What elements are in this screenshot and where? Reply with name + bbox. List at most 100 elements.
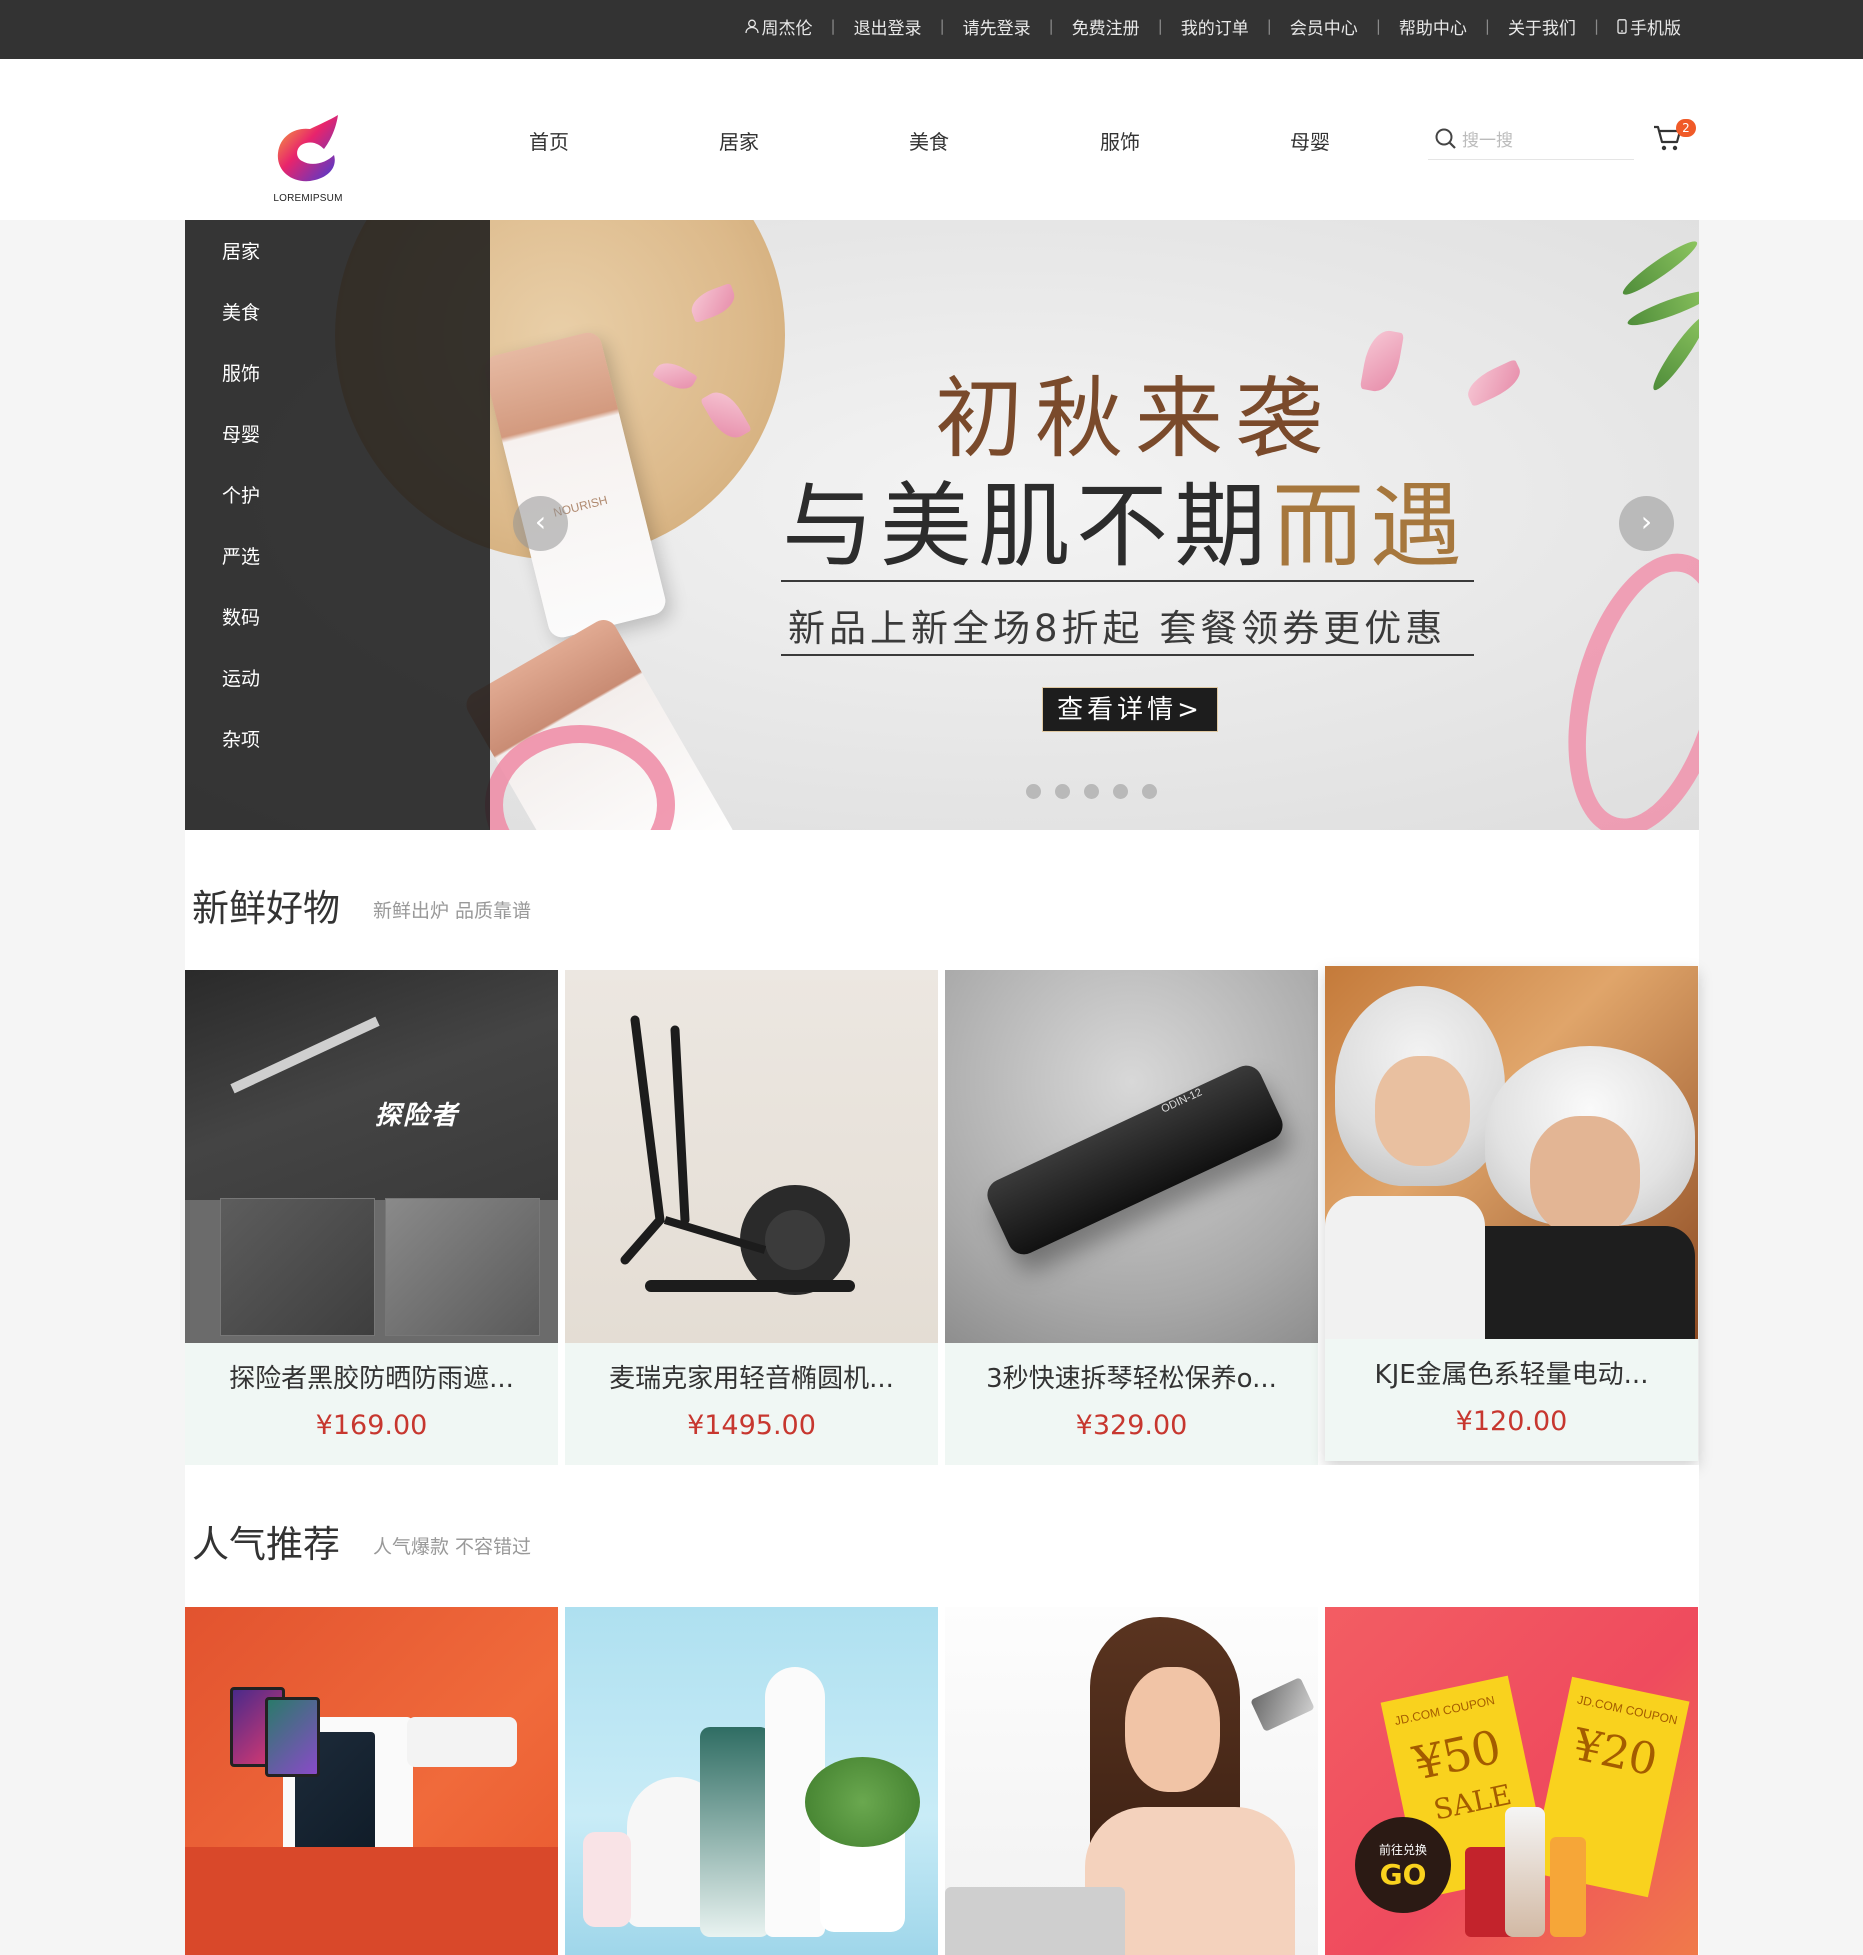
- plant: [805, 1757, 920, 1847]
- logo-text: LOREMIPSUM: [273, 193, 343, 204]
- person-1-face: [1375, 1056, 1470, 1166]
- separator: |: [1593, 17, 1599, 35]
- help-center-link[interactable]: 帮助中心: [1399, 14, 1467, 39]
- user-link[interactable]: 周杰伦: [744, 14, 813, 39]
- go-badge-label: 前往兑换: [1378, 1843, 1427, 1857]
- fresh-section-title: 新鲜好物: [192, 887, 340, 930]
- category-item[interactable]: 母婴: [222, 420, 260, 447]
- product-price: ¥329.00: [1075, 1410, 1188, 1441]
- separator: |: [1375, 17, 1381, 35]
- leaf: [1618, 235, 1699, 301]
- logo[interactable]: LOREMIPSUM: [268, 111, 348, 211]
- user-icon: [744, 19, 759, 33]
- chevron-right-icon: ›: [1640, 505, 1653, 538]
- divider: [781, 654, 1474, 656]
- coupon-amount: ¥50: [1408, 1719, 1506, 1791]
- nav-baby[interactable]: 母婴: [1290, 126, 1330, 155]
- go-badge-text: GO: [1379, 1858, 1427, 1891]
- nav-home[interactable]: 首页: [529, 126, 569, 155]
- carousel-next-button[interactable]: ›: [1619, 496, 1674, 551]
- coupon-amount: ¥20: [1568, 1719, 1662, 1787]
- separator: |: [1484, 17, 1490, 35]
- product-card[interactable]: 探险者 探险者黑胶防晒防雨遮... ¥169.00: [185, 970, 558, 1465]
- category-item[interactable]: 个护: [222, 481, 260, 508]
- product-name: KJE金属色系轻量电动...: [1374, 1360, 1649, 1390]
- carousel-prev-button[interactable]: ‹: [513, 496, 568, 551]
- product-image: 探险者: [185, 970, 558, 1343]
- mobile-link-label: 手机版: [1630, 18, 1681, 39]
- recommend-card[interactable]: [945, 1607, 1318, 1955]
- phone-icon: [1617, 18, 1627, 34]
- category-item[interactable]: 美食: [222, 298, 260, 325]
- category-item[interactable]: 服饰: [222, 359, 260, 386]
- recommend-card[interactable]: JD.COM COUPON ¥50 SALE JD.COM COUPON ¥20…: [1325, 1607, 1698, 1955]
- view-details-button[interactable]: 查看详情>: [1042, 687, 1218, 732]
- carousel-dot[interactable]: [1084, 784, 1099, 799]
- category-item[interactable]: 杂项: [222, 725, 260, 752]
- elliptical-machine: [620, 1015, 855, 1295]
- nav-apparel[interactable]: 服饰: [1100, 126, 1140, 155]
- search-input[interactable]: [1462, 128, 1622, 154]
- product-image: ODIN-12: [945, 970, 1318, 1343]
- nav-food[interactable]: 美食: [909, 126, 949, 155]
- banner-tagline-head: 与美肌不期: [782, 473, 1273, 580]
- product-price: ¥169.00: [315, 1410, 428, 1441]
- category-item[interactable]: 运动: [222, 664, 260, 691]
- go-badge[interactable]: 前往兑换 GO: [1355, 1817, 1451, 1913]
- product-name: 3秒快速拆琴轻松保养o...: [986, 1364, 1277, 1394]
- product-card[interactable]: KJE金属色系轻量电动... ¥120.00: [1325, 966, 1698, 1461]
- harmonica-body: [982, 1060, 1288, 1260]
- popular-section-title: 人气推荐: [192, 1523, 340, 1566]
- credit-card: [1250, 1677, 1315, 1732]
- search-icon[interactable]: [1434, 127, 1458, 151]
- top-bar: 周杰伦 | 退出登录 | 请先登录 | 免费注册 | 我的订单 | 会员中心 |…: [0, 0, 1863, 59]
- category-item[interactable]: 数码: [222, 603, 260, 630]
- orders-link[interactable]: 我的订单: [1181, 14, 1249, 39]
- jacket: [1455, 1226, 1695, 1339]
- brand-print: 探险者: [375, 1101, 460, 1131]
- product-card[interactable]: ODIN-12 3秒快速拆琴轻松保养o... ¥329.00: [945, 970, 1318, 1465]
- category-menu: 居家 美食 服饰 母婴 个护 严选 数码 运动 杂项: [185, 220, 490, 830]
- category-item[interactable]: 严选: [222, 542, 260, 569]
- category-item[interactable]: 居家: [222, 237, 260, 264]
- popular-section-subtitle: 人气爆款 不容错过: [373, 1536, 532, 1558]
- product-image: [1325, 966, 1698, 1339]
- tablet: [265, 1697, 320, 1777]
- cosmetics: [1550, 1837, 1586, 1937]
- about-us-link[interactable]: 关于我们: [1508, 14, 1576, 39]
- separator: |: [1266, 17, 1272, 35]
- carousel-dots: [1026, 784, 1157, 799]
- printer: [407, 1717, 517, 1767]
- banner-subtitle: 新品上新全场8折起 套餐领券更优惠: [788, 607, 1447, 650]
- product-price: ¥1495.00: [687, 1410, 816, 1441]
- search-box: [1428, 118, 1634, 160]
- leaf: [1624, 285, 1699, 331]
- separator: |: [1048, 17, 1054, 35]
- appliance: [700, 1727, 770, 1937]
- product-card[interactable]: 麦瑞克家用轻音椭圆机... ¥1495.00: [565, 970, 938, 1465]
- recommend-card[interactable]: [185, 1607, 558, 1955]
- chevron-left-icon: ‹: [534, 505, 547, 538]
- detail-photo: [220, 1198, 375, 1336]
- carousel-dot[interactable]: [1142, 784, 1157, 799]
- login-link[interactable]: 请先登录: [963, 14, 1031, 39]
- product-name: 麦瑞克家用轻音椭圆机...: [609, 1364, 894, 1394]
- carousel-dot[interactable]: [1113, 784, 1128, 799]
- register-link[interactable]: 免费注册: [1072, 14, 1140, 39]
- member-center-link[interactable]: 会员中心: [1290, 14, 1358, 39]
- mobile-link[interactable]: 手机版: [1617, 14, 1681, 39]
- recommend-card[interactable]: [565, 1607, 938, 1955]
- pedestal: [185, 1847, 558, 1955]
- laptop: [945, 1887, 1125, 1955]
- divider: [781, 580, 1474, 582]
- carousel-dot[interactable]: [1026, 784, 1041, 799]
- separator: |: [1157, 17, 1163, 35]
- logout-link[interactable]: 退出登录: [854, 14, 922, 39]
- product-name: 探险者黑胶防晒防雨遮...: [229, 1364, 514, 1394]
- plant-pot: [820, 1832, 905, 1932]
- petal: [1462, 358, 1526, 408]
- carousel-dot[interactable]: [1055, 784, 1070, 799]
- nav-home-living[interactable]: 居家: [719, 126, 759, 155]
- person-2-face: [1530, 1116, 1640, 1236]
- cosmetics: [1505, 1807, 1545, 1937]
